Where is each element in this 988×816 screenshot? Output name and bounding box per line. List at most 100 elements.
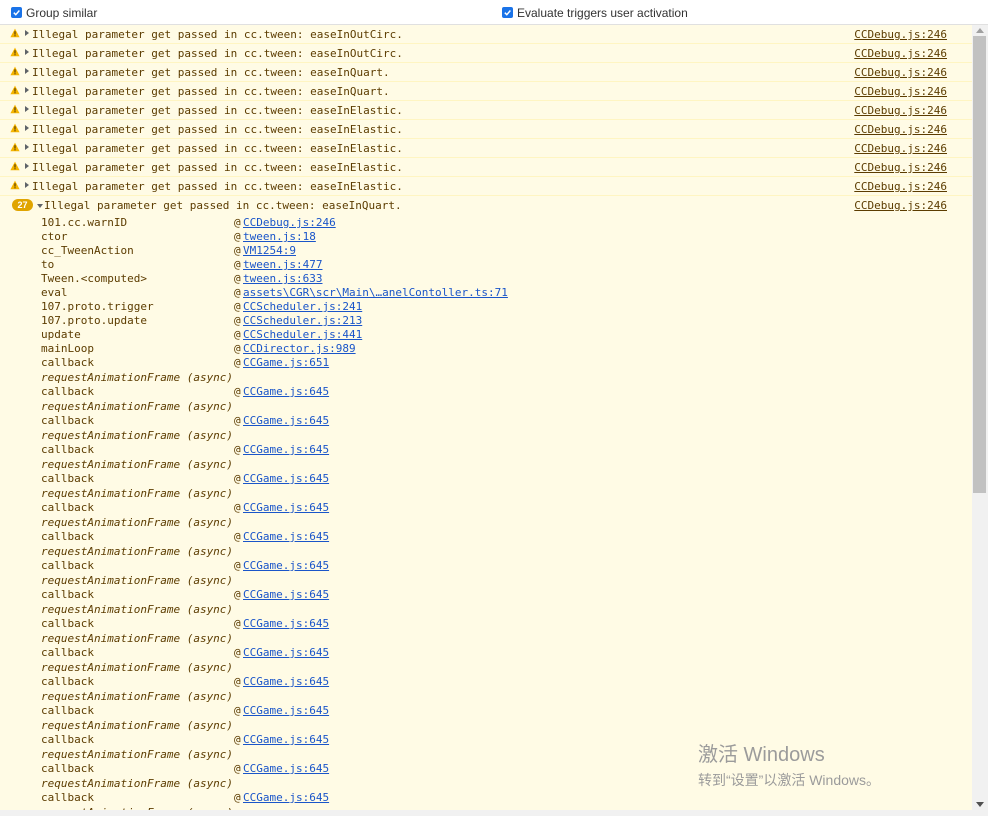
console-messages: Illegal parameter get passed in cc.tween…	[0, 25, 972, 810]
frame-location-link[interactable]: CCGame.js:645	[243, 443, 329, 456]
warning-row[interactable]: Illegal parameter get passed in cc.tween…	[0, 139, 972, 158]
frame-location-link[interactable]: CCGame.js:645	[243, 704, 329, 717]
async-label: requestAnimationFrame (async)	[41, 516, 234, 529]
async-label: requestAnimationFrame (async)	[41, 400, 234, 413]
vertical-scrollbar[interactable]	[972, 25, 988, 810]
async-label: requestAnimationFrame (async)	[41, 603, 234, 616]
stack-frame: callback @ CCGame.js:645	[0, 791, 972, 805]
expand-triangle-icon[interactable]	[25, 106, 29, 112]
stack-frame: 107.proto.update @ CCScheduler.js:213	[0, 314, 972, 328]
async-separator: requestAnimationFrame (async)	[0, 399, 972, 414]
frame-function: 107.proto.update	[41, 314, 147, 327]
frame-location-link[interactable]: CCGame.js:645	[243, 733, 329, 746]
warning-row[interactable]: Illegal parameter get passed in cc.tween…	[0, 158, 972, 177]
frame-location-link[interactable]: CCGame.js:651	[243, 356, 329, 369]
async-separator: requestAnimationFrame (async)	[0, 544, 972, 559]
check-icon	[504, 10, 511, 16]
source-link[interactable]: CCDebug.js:246	[854, 199, 947, 212]
stack-frame: callback @ CCGame.js:645	[0, 501, 972, 515]
frame-location-link[interactable]: CCScheduler.js:441	[243, 328, 362, 341]
expand-triangle-icon[interactable]	[25, 144, 29, 150]
expand-triangle-icon[interactable]	[25, 125, 29, 131]
frame-location-link[interactable]: VM1254:9	[243, 244, 296, 257]
expand-triangle-icon[interactable]	[25, 30, 29, 36]
stack-frame: callback @ CCGame.js:645	[0, 472, 972, 486]
scrollbar-thumb[interactable]	[973, 36, 986, 493]
frame-location-link[interactable]: CCGame.js:645	[243, 588, 329, 601]
frame-location-link[interactable]: CCGame.js:645	[243, 617, 329, 630]
frame-location-link[interactable]: tween.js:18	[243, 230, 316, 243]
stack-frame: mainLoop @ CCDirector.js:989	[0, 342, 972, 356]
source-link[interactable]: CCDebug.js:246	[854, 66, 947, 79]
at-symbol: @	[234, 588, 241, 601]
source-link[interactable]: CCDebug.js:246	[854, 142, 947, 155]
warning-message: Illegal parameter get passed in cc.tween…	[44, 199, 402, 212]
warning-icon	[10, 66, 20, 76]
at-symbol: @	[234, 356, 241, 369]
evaluate-triggers-checkbox[interactable]	[502, 7, 513, 18]
expand-triangle-icon[interactable]	[25, 87, 29, 93]
expand-triangle-icon[interactable]	[37, 204, 43, 208]
frame-location-link[interactable]: tween.js:477	[243, 258, 322, 271]
group-similar-checkbox[interactable]	[11, 7, 22, 18]
frame-function: mainLoop	[41, 342, 94, 355]
at-symbol: @	[234, 501, 241, 514]
group-similar-option[interactable]: Group similar	[11, 5, 97, 20]
async-label: requestAnimationFrame (async)	[41, 458, 234, 471]
frame-location-link[interactable]: CCGame.js:645	[243, 472, 329, 485]
frame-location-link[interactable]: CCGame.js:645	[243, 530, 329, 543]
scroll-up-icon[interactable]	[976, 28, 984, 33]
source-link[interactable]: CCDebug.js:246	[854, 47, 947, 60]
frame-location-link[interactable]: assets\CGR\scr\Main\…anelContoller.ts:71	[243, 286, 508, 299]
watermark-subtitle: 转到“设置”以激活 Windows。	[698, 772, 881, 788]
expand-triangle-icon[interactable]	[25, 163, 29, 169]
windows-activation-watermark: 激活 Windows 转到“设置”以激活 Windows。	[698, 738, 880, 790]
evaluate-triggers-option[interactable]: Evaluate triggers user activation	[502, 5, 688, 20]
warning-row[interactable]: Illegal parameter get passed in cc.tween…	[0, 44, 972, 63]
warning-icon	[10, 180, 20, 190]
source-link[interactable]: CCDebug.js:246	[854, 85, 947, 98]
source-link[interactable]: CCDebug.js:246	[854, 161, 947, 174]
frame-location-link[interactable]: CCGame.js:645	[243, 646, 329, 659]
warning-row[interactable]: Illegal parameter get passed in cc.tween…	[0, 63, 972, 82]
frame-location-link[interactable]: tween.js:633	[243, 272, 322, 285]
at-symbol: @	[234, 258, 241, 271]
source-link[interactable]: CCDebug.js:246	[854, 123, 947, 136]
source-link[interactable]: CCDebug.js:246	[854, 104, 947, 117]
frame-function: cc_TweenAction	[41, 244, 134, 257]
frame-location-link[interactable]: CCGame.js:645	[243, 385, 329, 398]
at-symbol: @	[234, 244, 241, 257]
async-label: requestAnimationFrame (async)	[41, 574, 234, 587]
frame-location-link[interactable]: CCGame.js:645	[243, 559, 329, 572]
warning-row[interactable]: Illegal parameter get passed in cc.tween…	[0, 101, 972, 120]
frame-location-link[interactable]: CCGame.js:645	[243, 791, 329, 804]
frame-location-link[interactable]: CCScheduler.js:213	[243, 314, 362, 327]
async-separator: requestAnimationFrame (async)	[0, 573, 972, 588]
async-label: requestAnimationFrame (async)	[41, 719, 234, 732]
expand-triangle-icon[interactable]	[25, 68, 29, 74]
expand-triangle-icon[interactable]	[25, 49, 29, 55]
frame-function: callback	[41, 443, 94, 456]
frame-location-link[interactable]: CCScheduler.js:241	[243, 300, 362, 313]
scroll-down-icon[interactable]	[976, 802, 984, 807]
frame-location-link[interactable]: CCGame.js:645	[243, 501, 329, 514]
check-icon	[13, 10, 20, 16]
stack-frame: update @ CCScheduler.js:441	[0, 328, 972, 342]
source-link[interactable]: CCDebug.js:246	[854, 180, 947, 193]
frame-function: eval	[41, 286, 68, 299]
frame-location-link[interactable]: CCDirector.js:989	[243, 342, 356, 355]
warning-row[interactable]: Illegal parameter get passed in cc.tween…	[0, 25, 972, 44]
warning-row[interactable]: Illegal parameter get passed in cc.tween…	[0, 120, 972, 139]
grouped-warning[interactable]: 27 Illegal parameter get passed in cc.tw…	[0, 196, 972, 214]
async-separator: requestAnimationFrame (async)	[0, 515, 972, 530]
warning-row[interactable]: Illegal parameter get passed in cc.tween…	[0, 82, 972, 101]
warning-row[interactable]: Illegal parameter get passed in cc.tween…	[0, 177, 972, 196]
at-symbol: @	[234, 646, 241, 659]
expand-triangle-icon[interactable]	[25, 182, 29, 188]
frame-location-link[interactable]: CCGame.js:645	[243, 675, 329, 688]
frame-location-link[interactable]: CCGame.js:645	[243, 414, 329, 427]
frame-location-link[interactable]: CCDebug.js:246	[243, 216, 336, 229]
source-link[interactable]: CCDebug.js:246	[854, 28, 947, 41]
horizontal-scrollbar[interactable]	[0, 810, 988, 816]
frame-location-link[interactable]: CCGame.js:645	[243, 762, 329, 775]
